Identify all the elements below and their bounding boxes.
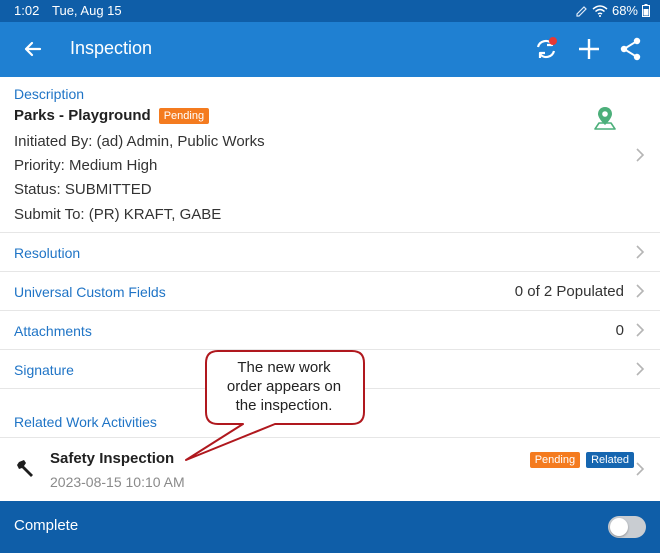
row-resolution[interactable]: Resolution bbox=[0, 233, 660, 272]
toggle-knob bbox=[610, 518, 628, 536]
chevron-right-icon bbox=[636, 323, 645, 337]
submit-to: Submit To: (PR) KRAFT, GABE bbox=[14, 206, 222, 223]
row-value: 0 of 2 Populated bbox=[514, 283, 624, 300]
battery-percent: 68% bbox=[611, 3, 638, 18]
inspection-title: Parks - Playground bbox=[14, 107, 151, 124]
activity-badges: Pending Related bbox=[529, 452, 634, 468]
battery-icon bbox=[642, 4, 650, 17]
wifi-icon bbox=[592, 4, 608, 17]
initiated-by: Initiated By: (ad) Admin, Public Works bbox=[14, 133, 265, 150]
row-attachments[interactable]: Attachments 0 bbox=[0, 311, 660, 350]
row-value: 0 bbox=[615, 322, 624, 339]
status-badge-pending: Pending bbox=[529, 452, 581, 468]
complete-toggle[interactable] bbox=[608, 516, 646, 538]
add-icon[interactable] bbox=[576, 36, 602, 62]
back-arrow-icon[interactable] bbox=[20, 36, 46, 62]
callout-line: The new work bbox=[237, 359, 331, 376]
chevron-right-icon bbox=[636, 245, 645, 259]
description-title-row: Parks - Playground Pending bbox=[14, 107, 210, 124]
callout-text: The new work order appears on the inspec… bbox=[208, 358, 360, 415]
chevron-right-icon bbox=[636, 148, 645, 162]
status-badge-related: Related bbox=[586, 452, 634, 468]
row-universal-custom-fields[interactable]: Universal Custom Fields 0 of 2 Populated bbox=[0, 272, 660, 311]
status-time: 1:02 bbox=[14, 3, 40, 18]
app-bar: Inspection bbox=[0, 22, 660, 77]
row-label: Signature bbox=[14, 362, 74, 378]
map-pin-icon[interactable] bbox=[592, 105, 618, 131]
related-work-activities-header: Related Work Activities bbox=[14, 414, 157, 430]
inspection-screen: 1:02 Tue, Aug 15 68% Inspection Descript… bbox=[0, 0, 660, 553]
sync-icon[interactable] bbox=[533, 36, 559, 62]
callout-line: the inspection. bbox=[235, 397, 333, 414]
complete-label: Complete bbox=[14, 517, 79, 534]
description-section[interactable]: Description Parks - Playground Pending I… bbox=[0, 77, 660, 233]
row-label: Attachments bbox=[14, 323, 92, 339]
status-indicators: 68% bbox=[576, 3, 650, 18]
share-icon[interactable] bbox=[618, 36, 644, 62]
activity-datetime: 2023-08-15 10:10 AM bbox=[50, 474, 185, 490]
wrench-icon bbox=[17, 460, 33, 477]
chevron-right-icon bbox=[636, 462, 645, 476]
complete-bar: Complete bbox=[0, 501, 660, 553]
status-bar: 1:02 Tue, Aug 15 68% bbox=[0, 0, 660, 22]
activity-name: Safety Inspection bbox=[50, 450, 175, 467]
related-activity-item[interactable]: Safety Inspection 2023-08-15 10:10 AM Pe… bbox=[0, 437, 660, 501]
chevron-right-icon bbox=[636, 284, 645, 298]
priority: Priority: Medium High bbox=[14, 157, 158, 174]
row-label: Universal Custom Fields bbox=[14, 284, 166, 300]
description-label: Description bbox=[14, 86, 85, 102]
row-label: Resolution bbox=[14, 245, 81, 261]
edit-pen-icon bbox=[576, 5, 587, 17]
status-badge-pending: Pending bbox=[158, 107, 210, 124]
chevron-right-icon bbox=[636, 362, 645, 376]
page-title: Inspection bbox=[70, 38, 153, 58]
status-line: Status: SUBMITTED bbox=[14, 181, 152, 198]
status-date: Tue, Aug 15 bbox=[52, 3, 122, 18]
callout-line: order appears on bbox=[226, 378, 342, 395]
